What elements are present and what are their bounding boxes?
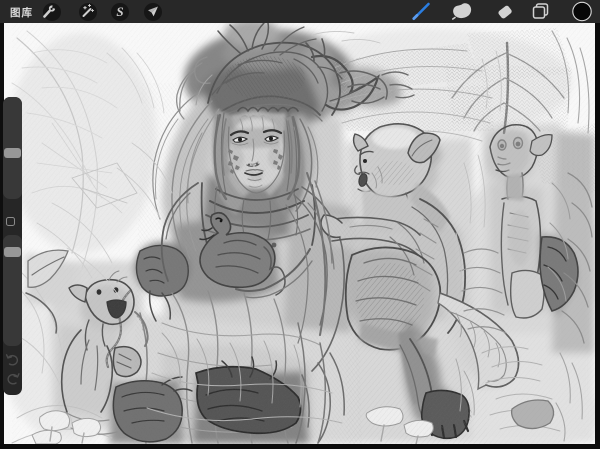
svg-text:S: S — [116, 4, 123, 19]
